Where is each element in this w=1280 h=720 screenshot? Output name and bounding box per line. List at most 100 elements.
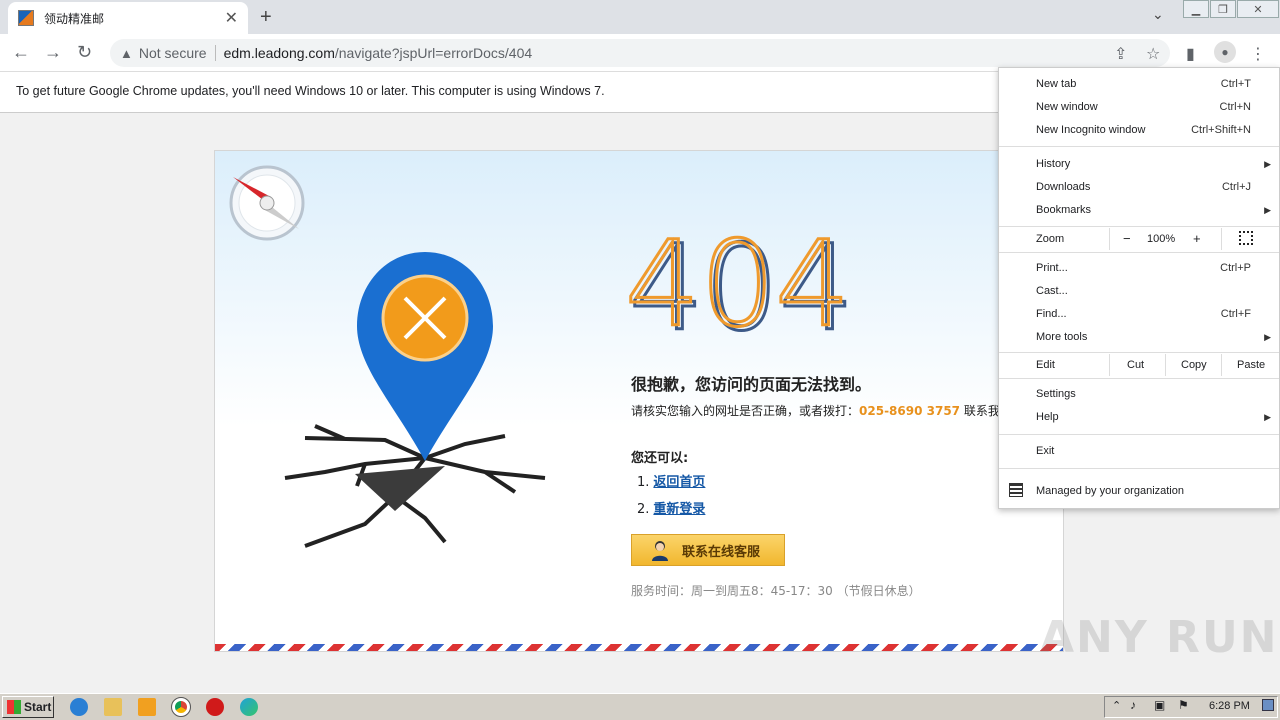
menu-item-downloads[interactable]: Downloads Ctrl+J [999,176,1279,198]
list-number: 2. [637,502,650,517]
zoom-separator [1221,228,1222,250]
share-icon[interactable]: ⇪ [1114,44,1127,64]
taskbar-clock[interactable]: 6:28 PM [1209,700,1250,712]
url-host[interactable]: edm.leadong.com [224,45,335,61]
close-window-button[interactable]: ✕ [1237,0,1279,18]
menu-label: New tab [1036,78,1077,90]
menu-divider [999,352,1279,353]
volume-icon[interactable]: ♪ [1130,698,1136,712]
menu-item-new-window[interactable]: New window Ctrl+N [999,96,1279,118]
list-item: 2. 重新登录 [637,498,705,517]
menu-item-managed[interactable]: Managed by your organization [999,480,1279,502]
error-subtext: 请核实您输入的网址是否正确，或者拨打：025-8690 3757 联系我们 [631,402,1012,419]
profile-avatar-icon[interactable]: ● [1214,41,1236,63]
minimize-button[interactable]: ▁ [1183,0,1209,18]
windows-logo-icon [7,700,21,714]
menu-item-history[interactable]: History ▶ [999,153,1279,175]
start-button[interactable]: Start [2,696,54,718]
menu-shortcut: Ctrl+P [1220,262,1251,274]
menu-label: Help [1036,411,1059,423]
menu-item-cast[interactable]: Cast... [999,280,1279,302]
ie-icon[interactable] [70,698,88,716]
online-support-button[interactable]: 联系在线客服 [631,534,785,566]
menu-label: Managed by your organization [1036,485,1184,497]
copy-button[interactable]: Copy [1181,359,1207,371]
menu-divider [999,434,1279,435]
menu-label: Bookmarks [1036,204,1092,216]
menu-item-exit[interactable]: Exit [999,440,1279,462]
action-center-flag-icon[interactable]: ⚑ [1178,698,1189,712]
explorer-folder-icon[interactable] [104,698,122,716]
back-arrow-icon[interactable]: ← [12,42,30,63]
edit-separator [1109,354,1110,376]
chrome-icon[interactable] [171,697,191,717]
url-path[interactable]: /navigate?jspUrl=errorDocs/404 [335,45,532,61]
menu-divider [999,468,1279,469]
error-headline: 很抱歉，您访问的页面无法找到。 [631,375,872,394]
network-icon[interactable]: ▣ [1154,698,1165,712]
zoom-in-button[interactable]: + [1193,231,1201,246]
infobar-message: To get future Google Chrome updates, you… [16,84,605,98]
new-tab-button[interactable]: + [260,6,272,29]
tab-search-chevron-icon[interactable]: ⌄ [1152,6,1164,23]
compass-icon [229,165,305,241]
paste-button[interactable]: Paste [1237,359,1265,371]
restore-button[interactable]: ❐ [1210,0,1236,18]
relogin-link[interactable]: 重新登录 [653,502,705,517]
start-label: Start [24,700,52,714]
menu-item-print[interactable]: Print... Ctrl+P [999,257,1279,279]
menu-label: New window [1036,101,1098,113]
back-home-link[interactable]: 返回首页 [653,475,705,490]
menu-item-help[interactable]: Help ▶ [999,406,1279,428]
reload-icon[interactable]: ↻ [77,42,92,63]
menu-item-find[interactable]: Find... Ctrl+F [999,303,1279,325]
forward-arrow-icon[interactable]: → [44,42,62,63]
warning-triangle-icon[interactable]: ▲ [120,46,133,61]
opera-icon[interactable] [206,698,224,716]
zoom-out-button[interactable]: − [1123,231,1131,246]
menu-item-settings[interactable]: Settings [999,383,1279,405]
menu-edit-row: Edit Cut Copy Paste [999,354,1279,376]
also-can-label: 您还可以: [631,451,689,466]
edge-icon[interactable] [240,698,258,716]
menu-shortcut: Ctrl+Shift+N [1191,124,1251,136]
menu-item-more-tools[interactable]: More tools ▶ [999,326,1279,348]
menu-divider [999,378,1279,379]
cut-button[interactable]: Cut [1127,359,1144,371]
kebab-menu-icon[interactable]: ⋮ [1250,44,1266,64]
media-player-icon[interactable] [138,698,156,716]
menu-item-new-tab[interactable]: New tab Ctrl+T [999,73,1279,95]
security-status[interactable]: Not secure [139,45,207,61]
submenu-arrow-icon: ▶ [1264,411,1271,422]
tab-close-icon[interactable]: ✕ [225,8,238,28]
menu-shortcut: Ctrl+F [1220,308,1251,320]
anyrun-watermark: ANY RUN [1040,612,1279,663]
submenu-arrow-icon: ▶ [1264,158,1271,169]
location-pin-crack-icon [284,252,546,548]
tab-title: 领动精准邮 [44,11,105,26]
menu-divider [999,146,1279,147]
tab-strip: 领动精准邮 ✕ + ⌄ ▁ ❐ ✕ [0,0,1280,34]
bookmark-star-icon[interactable]: ☆ [1146,44,1160,64]
menu-item-bookmarks[interactable]: Bookmarks ▶ [999,199,1279,221]
error-page-card: 404 404 很抱歉，您访问的页面无法找到。 请核实您输入的网址是否正确，或者… [214,150,1064,652]
subtext-prefix: 请核实您输入的网址是否正确，或者拨打： [631,404,860,418]
menu-divider [999,252,1279,253]
service-hours: 服务时间：周一到周五8：45-17：30 （节假日休息） [631,584,921,598]
tray-expand-icon[interactable]: ⌃ [1112,699,1121,712]
side-panel-icon[interactable]: ▮ [1186,44,1195,64]
help-links-list: 1. 返回首页 2. 重新登录 [637,471,705,525]
list-item: 1. 返回首页 [637,471,705,490]
menu-label: Downloads [1036,181,1091,193]
chrome-main-menu: New tab Ctrl+T New window Ctrl+N New Incog… [998,67,1280,509]
show-desktop-icon[interactable] [1262,699,1274,711]
svg-text:404: 404 [627,221,850,341]
support-phone: 025-8690 3757 [859,404,961,418]
menu-label: More tools [1036,331,1088,343]
menu-item-new-incognito[interactable]: New Incognito window Ctrl+Shift+N [999,119,1279,141]
menu-shortcut: Ctrl+J [1221,181,1251,193]
tab-active[interactable]: 领动精准邮 ✕ [8,2,248,34]
address-bar[interactable]: ▲ Not secure edm.leadong.com/navigate?js… [110,39,1170,67]
fullscreen-icon[interactable] [1239,231,1253,245]
edit-separator [1221,354,1222,376]
